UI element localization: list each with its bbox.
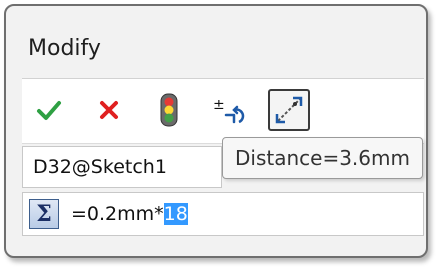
sigma-icon[interactable]: Σ: [29, 199, 59, 229]
rebuild-button[interactable]: [148, 89, 190, 131]
cancel-button[interactable]: [88, 89, 130, 131]
dialog-title: Modify: [28, 36, 101, 61]
close-icon: [100, 101, 118, 119]
expression-prefix: =0.2mm*: [71, 203, 164, 225]
checkmark-icon: [37, 101, 61, 120]
ok-button[interactable]: [28, 89, 70, 131]
dimension-name-field: D32@Sketch1: [22, 146, 222, 188]
traffic-light-icon: [160, 93, 178, 127]
reverse-direction-button[interactable]: ±: [208, 89, 250, 131]
expression-input[interactable]: Σ =0.2mm*18: [22, 192, 424, 236]
mark-dimension-icon: [275, 96, 303, 124]
mark-dimension-button[interactable]: [268, 89, 310, 131]
expression-selected-text: 18: [163, 203, 188, 225]
modify-dialog: Modify ± D32@Sketch1 Σ =0.2mm*18: [4, 4, 428, 258]
expression-text[interactable]: =0.2mm*18: [71, 193, 188, 235]
reverse-direction-icon: ±: [213, 97, 245, 124]
svg-text:±: ±: [213, 97, 225, 113]
dialog-toolbar: ±: [22, 78, 424, 144]
distance-tooltip: Distance=3.6mm: [222, 137, 423, 179]
